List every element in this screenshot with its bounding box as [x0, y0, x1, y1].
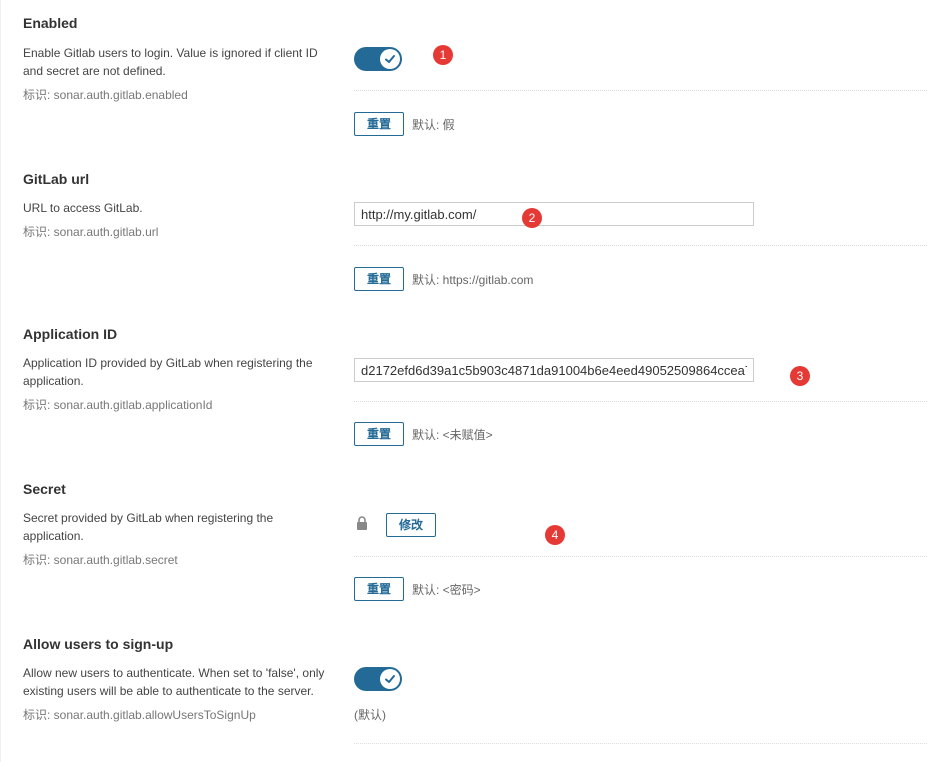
setting-key: 标识: sonar.auth.gitlab.enabled	[23, 88, 188, 102]
annotation-marker: 2	[522, 208, 542, 228]
divider	[354, 556, 928, 557]
setting-secret: Secret Secret provided by GitLab when re…	[1, 465, 928, 620]
setting-key: 标识: sonar.auth.gitlab.secret	[23, 553, 178, 567]
setting-enabled: Enabled Enable Gitlab users to login. Va…	[1, 0, 928, 155]
check-icon	[380, 49, 400, 69]
annotation-marker: 4	[545, 525, 565, 545]
allow-sign-up-toggle[interactable]	[354, 667, 402, 691]
annotation-marker: 1	[433, 45, 453, 65]
setting-gitlab-url: GitLab url URL to access GitLab. 标识: son…	[1, 155, 928, 310]
default-value: 默认: <未赋值>	[412, 428, 493, 442]
gitlab-url-input[interactable]	[354, 202, 754, 226]
setting-description: Enable Gitlab users to login. Value is i…	[23, 46, 318, 78]
divider	[354, 743, 928, 744]
setting-title: Allow users to sign-up	[23, 636, 174, 652]
default-note: (默认)	[354, 708, 386, 722]
setting-title: Application ID	[23, 326, 118, 342]
setting-key: 标识: sonar.auth.gitlab.applicationId	[23, 398, 213, 412]
default-value: 默认: <密码>	[412, 583, 481, 597]
setting-title: GitLab url	[23, 171, 90, 187]
setting-description: URL to access GitLab.	[23, 201, 143, 215]
lock-icon	[357, 516, 367, 530]
default-value: 默认: https://gitlab.com	[412, 273, 534, 287]
setting-key: 标识: sonar.auth.gitlab.allowUsersToSignUp	[23, 708, 256, 722]
divider	[354, 401, 928, 402]
divider	[354, 90, 928, 91]
setting-application-id: Application ID Application ID provided b…	[1, 310, 928, 465]
change-secret-button[interactable]: 修改	[386, 513, 437, 537]
reset-button[interactable]: 重置	[354, 112, 405, 136]
reset-button[interactable]: 重置	[354, 422, 405, 446]
setting-description: Secret provided by GitLab when registeri…	[23, 511, 274, 543]
reset-button[interactable]: 重置	[354, 577, 405, 601]
annotation-marker: 3	[790, 366, 810, 386]
check-icon	[380, 669, 400, 689]
settings-page: Enabled Enable Gitlab users to login. Va…	[0, 0, 928, 762]
setting-allow-sign-up: Allow users to sign-up Allow new users t…	[1, 620, 928, 762]
reset-button[interactable]: 重置	[354, 267, 405, 291]
setting-description: Application ID provided by GitLab when r…	[23, 356, 313, 388]
enabled-toggle[interactable]	[354, 47, 402, 71]
default-value: 默认: 假	[412, 118, 455, 132]
setting-title: Enabled	[23, 15, 78, 31]
application-id-input[interactable]	[354, 358, 754, 382]
setting-key: 标识: sonar.auth.gitlab.url	[23, 225, 159, 239]
setting-title: Secret	[23, 481, 66, 497]
divider	[354, 245, 928, 246]
setting-description: Allow new users to authenticate. When se…	[23, 666, 325, 698]
